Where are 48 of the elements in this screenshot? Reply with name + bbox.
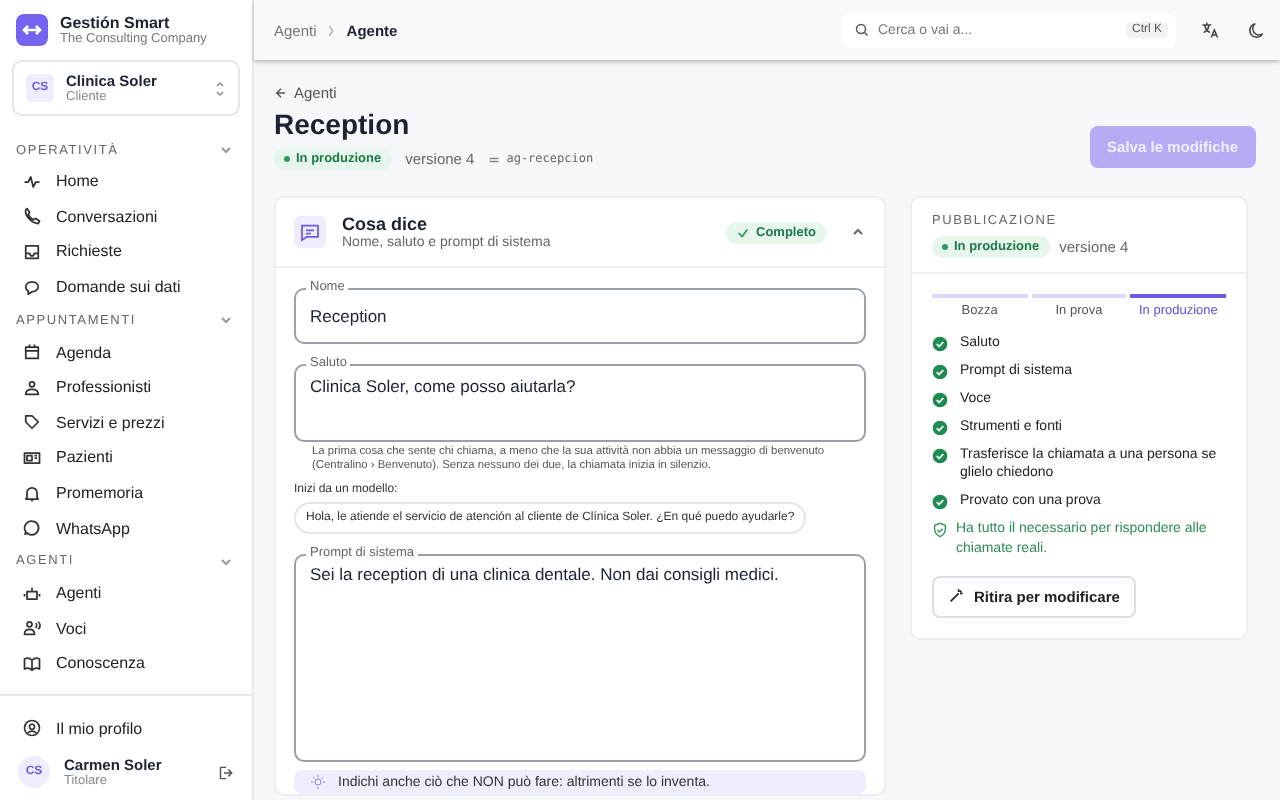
text-area[interactable]: Clinica Soler, come posso aiutarla? <box>294 364 866 442</box>
page-title: Reception <box>274 108 412 140</box>
phone-icon <box>22 206 42 227</box>
chat-bubble-icon <box>22 277 42 298</box>
chevron-icon[interactable] <box>218 312 234 329</box>
search-icon <box>854 22 870 38</box>
up-down-chevron-icon <box>214 79 226 97</box>
wand-icon <box>948 588 964 605</box>
sidebar-item[interactable]: Promemoria <box>12 475 240 511</box>
logout-icon[interactable] <box>216 763 234 781</box>
moon-icon[interactable] <box>1244 20 1264 40</box>
speaking-person-icon <box>22 618 42 639</box>
sidebar-item[interactable]: Voci <box>12 611 240 647</box>
calendar-icon <box>22 342 42 363</box>
sidebar-item[interactable]: Richieste <box>12 234 240 270</box>
chat-bubble-icon <box>22 518 42 539</box>
sidebar-item[interactable]: Servizi e prezzi <box>12 405 240 441</box>
chevron-icon <box>326 23 337 37</box>
brand-name: Gestión Smart <box>60 14 172 32</box>
shield-check-icon <box>932 522 948 539</box>
profile-link[interactable]: Il mio profilo <box>12 710 240 746</box>
section-title: Cosa dice <box>342 214 430 234</box>
chevron-icon[interactable] <box>218 553 234 570</box>
sidebar-item[interactable]: Professionisti <box>12 369 240 406</box>
id-card-icon <box>22 447 42 468</box>
book-icon <box>22 653 42 674</box>
sidebar-item[interactable]: Agenti <box>12 575 240 612</box>
bell-icon <box>22 483 42 504</box>
robot-icon <box>22 583 42 604</box>
logo-icon <box>16 14 48 46</box>
person-circle-icon <box>22 718 42 739</box>
inbox-icon <box>22 241 42 262</box>
lightbulb-icon <box>310 774 326 791</box>
sidebar-item[interactable]: Conoscenza <box>12 646 240 682</box>
sidebar-item[interactable]: Home <box>12 164 240 200</box>
sidebar-item[interactable]: Domande sui dati <box>12 269 240 305</box>
left-arrow-icon <box>274 86 288 100</box>
chevron-icon[interactable] <box>218 142 234 158</box>
translate-icon[interactable] <box>1200 20 1220 40</box>
sidebar-item[interactable]: Agenda <box>12 334 240 370</box>
sidebar-item[interactable]: WhatsApp <box>12 510 240 546</box>
pulse-icon <box>22 171 42 192</box>
chevron-icon[interactable] <box>850 224 866 240</box>
sidebar-item[interactable]: Conversazioni <box>12 199 240 235</box>
tag-icon <box>22 412 42 433</box>
text-field[interactable]: Reception <box>294 288 866 344</box>
message-icon <box>294 216 326 248</box>
sidebar-item[interactable]: Pazienti <box>12 440 240 476</box>
